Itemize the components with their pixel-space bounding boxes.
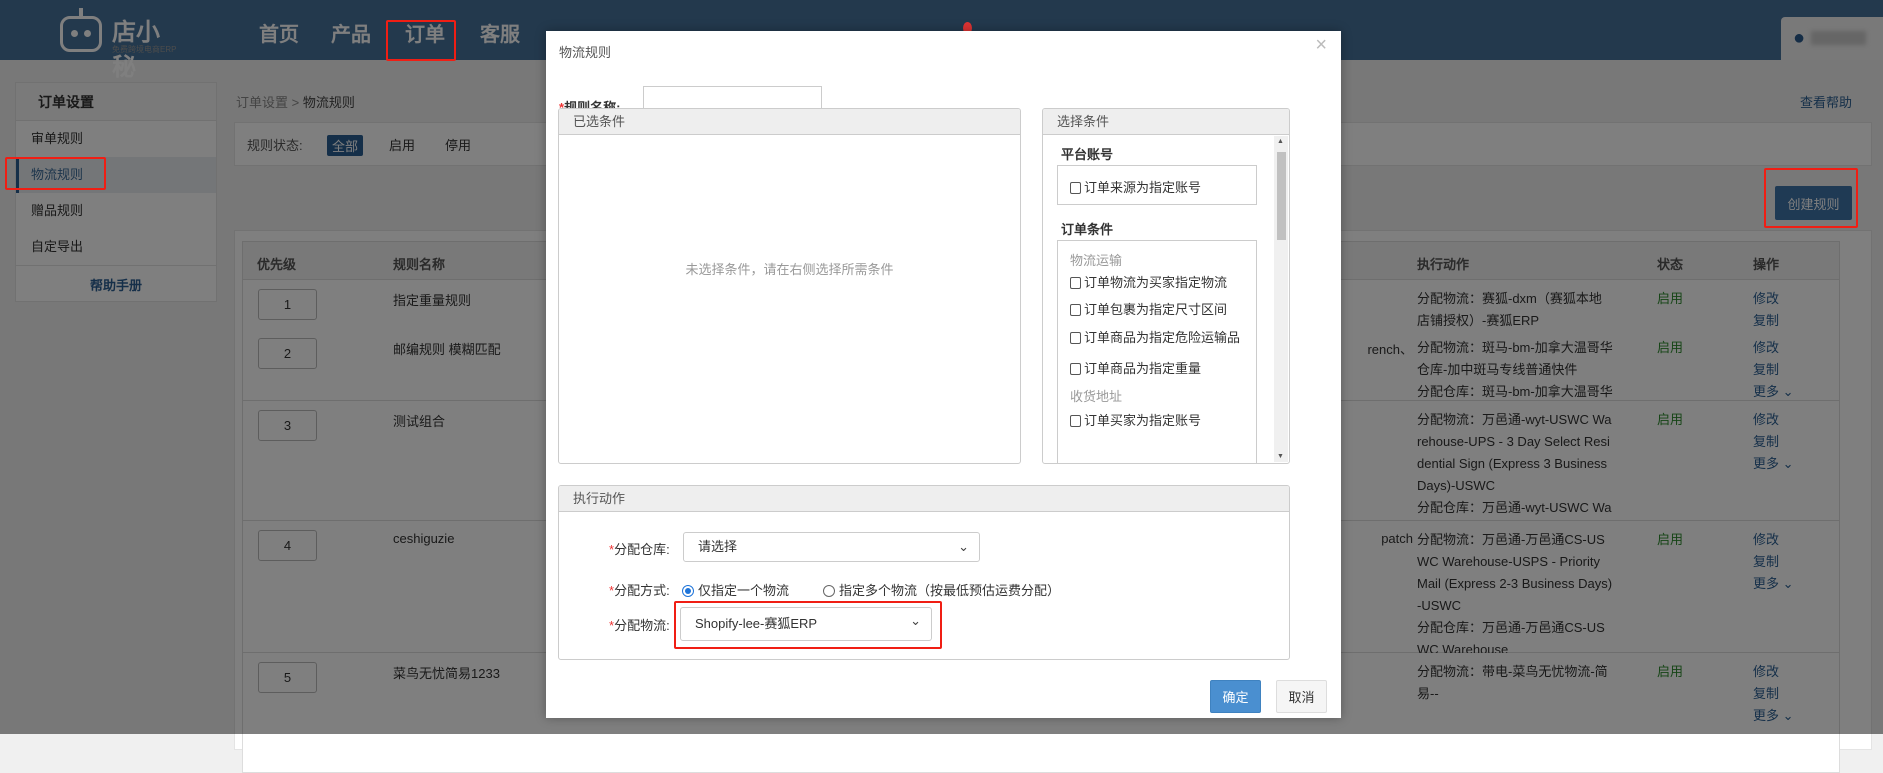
chevron-down-icon: ⌄: [958, 539, 969, 554]
checkbox-order-source-account[interactable]: 订单来源为指定账号: [1070, 177, 1201, 196]
radio-multiple-logistics[interactable]: 指定多个物流（按最低预估运费分配）: [823, 580, 1060, 599]
highlight-create-rule: [1764, 168, 1858, 228]
empty-conditions-text: 未选择条件，请在右侧选择所需条件: [685, 262, 894, 277]
checkbox-buyer-account[interactable]: 订单买家为指定账号: [1070, 410, 1201, 429]
selected-conditions-title: 已选条件: [559, 109, 1020, 135]
checkbox-weight[interactable]: 订单商品为指定重量: [1070, 358, 1201, 377]
checkbox-icon: [1070, 182, 1081, 194]
choose-conditions-title: 选择条件: [1043, 109, 1289, 135]
action-panel-title: 执行动作: [559, 486, 1289, 512]
radio-single-logistics[interactable]: 仅指定一个物流: [682, 580, 789, 599]
confirm-button[interactable]: 确定: [1210, 680, 1261, 713]
order-conditions-group: 订单条件: [1061, 222, 1114, 237]
checkbox-buyer-logistics[interactable]: 订单物流为买家指定物流: [1070, 272, 1227, 291]
mode-label: *分配方式:: [609, 583, 670, 598]
platform-account-group: 平台账号: [1061, 147, 1114, 162]
warehouse-label: *分配仓库:: [609, 542, 670, 557]
logistics-rule-dialog: 物流规则 × *规则名称: 已选条件 未选择条件，请在右侧选择所需条件 选择条件…: [546, 31, 1341, 718]
sub-logistics-transport: 物流运输: [1070, 253, 1123, 268]
dialog-title: 物流规则: [559, 45, 612, 60]
scroll-up-icon: ▲: [1277, 138, 1284, 145]
scroll-thumb: [1277, 152, 1286, 240]
close-icon[interactable]: ×: [1315, 34, 1327, 57]
order-conditions-box: 物流运输 订单物流为买家指定物流 订单包裹为指定尺寸区间 订单商品为指定危险运输…: [1057, 240, 1257, 463]
selected-conditions-panel: 已选条件 未选择条件，请在右侧选择所需条件: [558, 108, 1021, 464]
highlight-sidebar-logistics: [5, 157, 106, 190]
platform-box: 订单来源为指定账号: [1057, 165, 1257, 205]
checkbox-dangerous-goods[interactable]: 订单商品为指定危险运输品: [1070, 327, 1240, 346]
logistics-label: *分配物流:: [609, 618, 670, 633]
choose-conditions-panel: 选择条件 平台账号 订单来源为指定账号 订单条件 物流运输 订单物流为买家指定物…: [1042, 108, 1290, 464]
checkbox-package-size[interactable]: 订单包裹为指定尺寸区间: [1070, 299, 1227, 318]
warehouse-select[interactable]: 请选择 ⌄: [683, 532, 980, 562]
cancel-button[interactable]: 取消: [1276, 680, 1327, 713]
conditions-scrollbar[interactable]: ▲ ▼: [1274, 136, 1288, 462]
highlight-nav-orders: [386, 20, 456, 61]
scroll-down-icon: ▼: [1277, 453, 1284, 460]
sub-shipping-address: 收货地址: [1070, 389, 1123, 404]
highlight-logistics-select: [674, 601, 942, 649]
